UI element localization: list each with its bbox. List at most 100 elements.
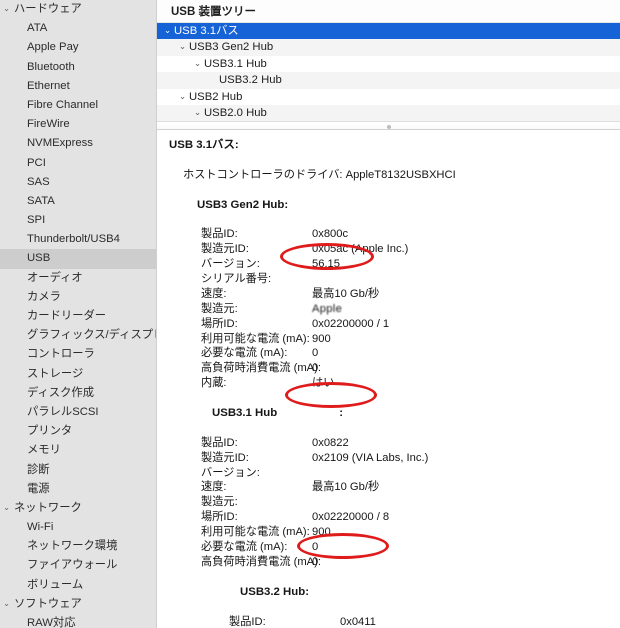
sidebar-item-診断[interactable]: 診断 xyxy=(0,461,156,480)
section-title-usb3-1-hub: USB3.1 Hub: xyxy=(157,406,620,421)
bus-title: USB 3.1バス: xyxy=(169,139,239,151)
sidebar-item-label: カードリーダー xyxy=(27,310,107,322)
sidebar-item-label: カメラ xyxy=(27,290,61,303)
sidebar-item-RAW対応[interactable]: RAW対応 xyxy=(0,614,156,628)
sidebar-item-label: NVMExpress xyxy=(27,137,93,150)
sidebar-item-Apple Pay[interactable]: Apple Pay xyxy=(0,38,156,57)
tree-row-USB2 Hub[interactable]: ⌄ USB2 Hub xyxy=(157,89,620,105)
detail-row: 速度: 最高10 Gb/秒 xyxy=(157,480,620,495)
sidebar-item-SPI[interactable]: SPI xyxy=(0,211,156,230)
sidebar-group-hardware-group[interactable]: ⌄ ハードウェア xyxy=(0,0,156,19)
detail-key: 高負荷時消費電流 (mA): xyxy=(201,555,321,568)
detail-key: 内蔵: xyxy=(201,377,227,390)
sidebar-group-label: ハードウェア xyxy=(14,3,82,15)
detail-key: 製品ID: xyxy=(201,228,238,241)
detail-value: 900 xyxy=(312,526,331,539)
sidebar-item-SAS[interactable]: SAS xyxy=(0,173,156,192)
detail-key: 場所ID: xyxy=(201,511,238,524)
chevron-down-icon[interactable]: ⌄ xyxy=(191,55,204,71)
detail-value: 0x02200000 / 1 xyxy=(312,317,390,330)
detail-key: 高負荷時消費電流 (mA): xyxy=(201,362,321,375)
sidebar-item-グラフィックス/ディスプレイ[interactable]: グラフィックス/ディスプレイ xyxy=(0,326,156,345)
sidebar-item-ATA[interactable]: ATA xyxy=(0,19,156,38)
detail-row: 製品ID: 0x800c xyxy=(157,227,620,242)
sidebar-item-label: オーディオ xyxy=(27,271,83,284)
sidebar-item-ネットワーク環境[interactable]: ネットワーク環境 xyxy=(0,537,156,556)
sidebar-item-PCI[interactable]: PCI xyxy=(0,154,156,173)
sidebar-item-Wi-Fi[interactable]: Wi-Fi xyxy=(0,518,156,537)
detail-value: 0 xyxy=(312,555,319,568)
sidebar-item-label: Bluetooth xyxy=(27,60,75,73)
sidebar-item-Fibre Channel[interactable]: Fibre Channel xyxy=(0,96,156,115)
sidebar-item-オーディオ[interactable]: オーディオ xyxy=(0,269,156,288)
detail-row: 内蔵: はい xyxy=(157,376,620,391)
sidebar-item-label: Ethernet xyxy=(27,79,70,92)
section-title-usb3-gen2-hub: USB3 Gen2 Hub: xyxy=(157,198,620,213)
detail-value: 最高10 Gb/秒 xyxy=(312,481,380,494)
detail-value: 0 xyxy=(312,541,319,554)
sidebar-item-label: ATA xyxy=(27,22,48,35)
section-title-text: USB3.2 Hub: xyxy=(240,585,309,598)
tree-row-USB3 Gen2 Hub[interactable]: ⌄ USB3 Gen2 Hub xyxy=(157,38,620,56)
detail-value: Apple xyxy=(312,302,343,315)
chevron-down-icon: ⌄ xyxy=(3,597,11,608)
detail-row: 製造元ID: 0x05ac (Apple Inc.) xyxy=(157,242,620,257)
detail-value: 56.15 xyxy=(312,258,340,271)
sidebar-item-FireWire[interactable]: FireWire xyxy=(0,115,156,134)
detail-key: 製造元: xyxy=(201,496,238,509)
detail-row: 製造元ID: 0x2109 (VIA Labs, Inc.) xyxy=(157,451,620,466)
chevron-down-icon[interactable]: ⌄ xyxy=(176,38,189,54)
splitter-grip-icon xyxy=(386,125,391,129)
sidebar[interactable]: ⌄ ハードウェア ATA Apple Pay Bluetooth Ethernet Fibr… xyxy=(0,0,157,628)
sidebar-item-ファイアウォール[interactable]: ファイアウォール xyxy=(0,556,156,575)
sidebar-item-プリンタ[interactable]: プリンタ xyxy=(0,422,156,441)
sidebar-item-NVMExpress[interactable]: NVMExpress xyxy=(0,134,156,153)
detail-row: 必要な電流 (mA): 0 xyxy=(157,346,620,361)
sidebar-item-コントローラ[interactable]: コントローラ xyxy=(0,345,156,364)
sidebar-item-ボリューム[interactable]: ボリューム xyxy=(0,576,156,595)
chevron-down-icon[interactable]: ⌄ xyxy=(191,104,204,120)
detail-row: 必要な電流 (mA): 0 xyxy=(157,540,620,555)
sidebar-item-label: Fibre Channel xyxy=(27,98,98,111)
sidebar-item-カードリーダー[interactable]: カードリーダー xyxy=(0,307,156,326)
detail-row: 製造元: xyxy=(157,495,620,510)
detail-row: 速度: 最高10 Gb/秒 xyxy=(157,287,620,302)
detail-row: 高負荷時消費電流 (mA): 0 xyxy=(157,361,620,376)
sidebar-item-USB[interactable]: USB xyxy=(0,249,156,269)
chevron-down-icon: ⌄ xyxy=(3,501,11,512)
sidebar-group-software-group[interactable]: ⌄ ソフトウェア xyxy=(0,595,156,614)
tree-row-USB2.0 Hub[interactable]: ⌄ USB2.0 Hub xyxy=(157,104,620,121)
page-title: USB 装置ツリー xyxy=(171,6,256,18)
tree-row-USB 3.1バス[interactable]: ⌄ USB 3.1バス xyxy=(157,23,620,40)
sidebar-group-network-group[interactable]: ⌄ ネットワーク xyxy=(0,499,156,518)
chevron-down-icon[interactable]: ⌄ xyxy=(161,23,174,38)
sidebar-item-label: メモリ xyxy=(27,444,61,457)
detail-key: 製造元: xyxy=(201,302,238,315)
tree-row-USB3.1 Hub[interactable]: ⌄ USB3.1 Hub xyxy=(157,56,620,72)
sidebar-list[interactable]: ⌄ ハードウェア ATA Apple Pay Bluetooth Ethernet Fibr… xyxy=(0,0,156,628)
sidebar-item-Ethernet[interactable]: Ethernet xyxy=(0,77,156,96)
detail-row: 場所ID: 0x02200000 / 1 xyxy=(157,317,620,332)
sidebar-item-Bluetooth[interactable]: Bluetooth xyxy=(0,58,156,77)
sidebar-item-label: RAW対応 xyxy=(27,617,76,628)
sidebar-item-ディスク作成[interactable]: ディスク作成 xyxy=(0,384,156,403)
sidebar-item-電源[interactable]: 電源 xyxy=(0,480,156,499)
sidebar-item-メモリ[interactable]: メモリ xyxy=(0,441,156,460)
sidebar-item-SATA[interactable]: SATA xyxy=(0,192,156,211)
sidebar-item-Thunderbolt/USB4[interactable]: Thunderbolt/USB4 xyxy=(0,230,156,249)
sidebar-item-パラレルSCSI[interactable]: パラレルSCSI xyxy=(0,403,156,422)
pane-splitter[interactable] xyxy=(157,121,620,130)
chevron-down-icon[interactable]: ⌄ xyxy=(176,88,189,104)
detail-value: 900 xyxy=(312,332,331,345)
chevron-down-icon: ⌄ xyxy=(3,3,11,13)
tree-row-USB3.2 Hub[interactable]: USB3.2 Hub xyxy=(157,72,620,89)
usb-device-tree[interactable]: ⌄ USB 3.1バス ⌄ USB3 Gen2 Hub ⌄ USB3.1 Hub USB3.… xyxy=(157,23,620,121)
sidebar-item-ストレージ[interactable]: ストレージ xyxy=(0,365,156,384)
detail-value: 0x800c xyxy=(312,228,349,241)
tree-rows[interactable]: ⌄ USB 3.1バス ⌄ USB3 Gen2 Hub ⌄ USB3.1 Hub USB3.… xyxy=(157,23,620,121)
sidebar-item-カメラ[interactable]: カメラ xyxy=(0,288,156,307)
detail-value: 0x02220000 / 8 xyxy=(312,511,390,524)
